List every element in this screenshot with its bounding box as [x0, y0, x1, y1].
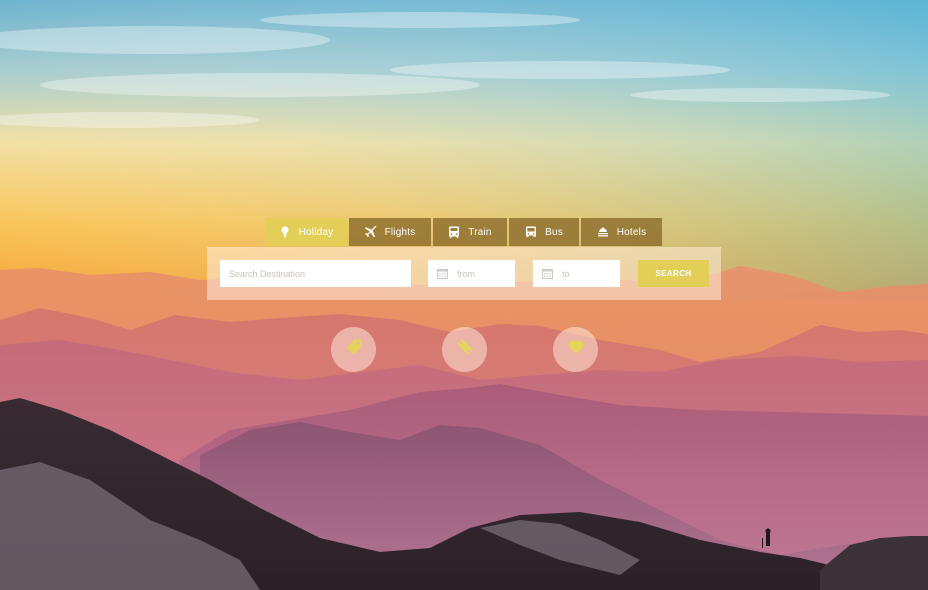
- pin-icon: [279, 226, 291, 238]
- tab-label: Hotels: [616, 226, 647, 238]
- bus-icon: [525, 226, 537, 238]
- heart-icon: [567, 338, 585, 361]
- destination-input[interactable]: Search Destination: [220, 260, 411, 287]
- tab-train[interactable]: Train: [433, 218, 507, 246]
- to-date-input[interactable]: to: [533, 260, 620, 287]
- tab-bus[interactable]: Bus: [509, 218, 579, 246]
- train-icon: [448, 226, 460, 238]
- search-panel: Search Destination from to SEARCH: [207, 247, 721, 300]
- ticket-icon: [456, 338, 474, 361]
- tickets-button[interactable]: [442, 327, 487, 372]
- tab-label: Flights: [384, 226, 416, 238]
- tab-label: Bus: [545, 226, 563, 238]
- bed-icon: [597, 226, 609, 238]
- to-placeholder: to: [562, 268, 570, 279]
- tab-flights[interactable]: Flights: [349, 218, 431, 246]
- favorites-button[interactable]: [553, 327, 598, 372]
- deals-button[interactable]: [331, 327, 376, 372]
- plane-icon: [364, 226, 377, 238]
- tab-hotels[interactable]: Hotels: [581, 218, 662, 246]
- search-button[interactable]: SEARCH: [638, 260, 709, 287]
- calendar-icon: [542, 268, 553, 279]
- from-date-input[interactable]: from: [428, 260, 515, 287]
- destination-placeholder: Search Destination: [229, 268, 306, 279]
- tag-icon: [345, 338, 363, 361]
- tab-label: Train: [468, 226, 492, 238]
- tab-label: Holiday: [298, 226, 334, 238]
- tab-holiday[interactable]: Holiday: [265, 218, 347, 246]
- from-placeholder: from: [457, 268, 475, 279]
- calendar-icon: [437, 268, 448, 279]
- travel-type-tabs: Holiday Flights Train Bus Hotels: [265, 218, 662, 246]
